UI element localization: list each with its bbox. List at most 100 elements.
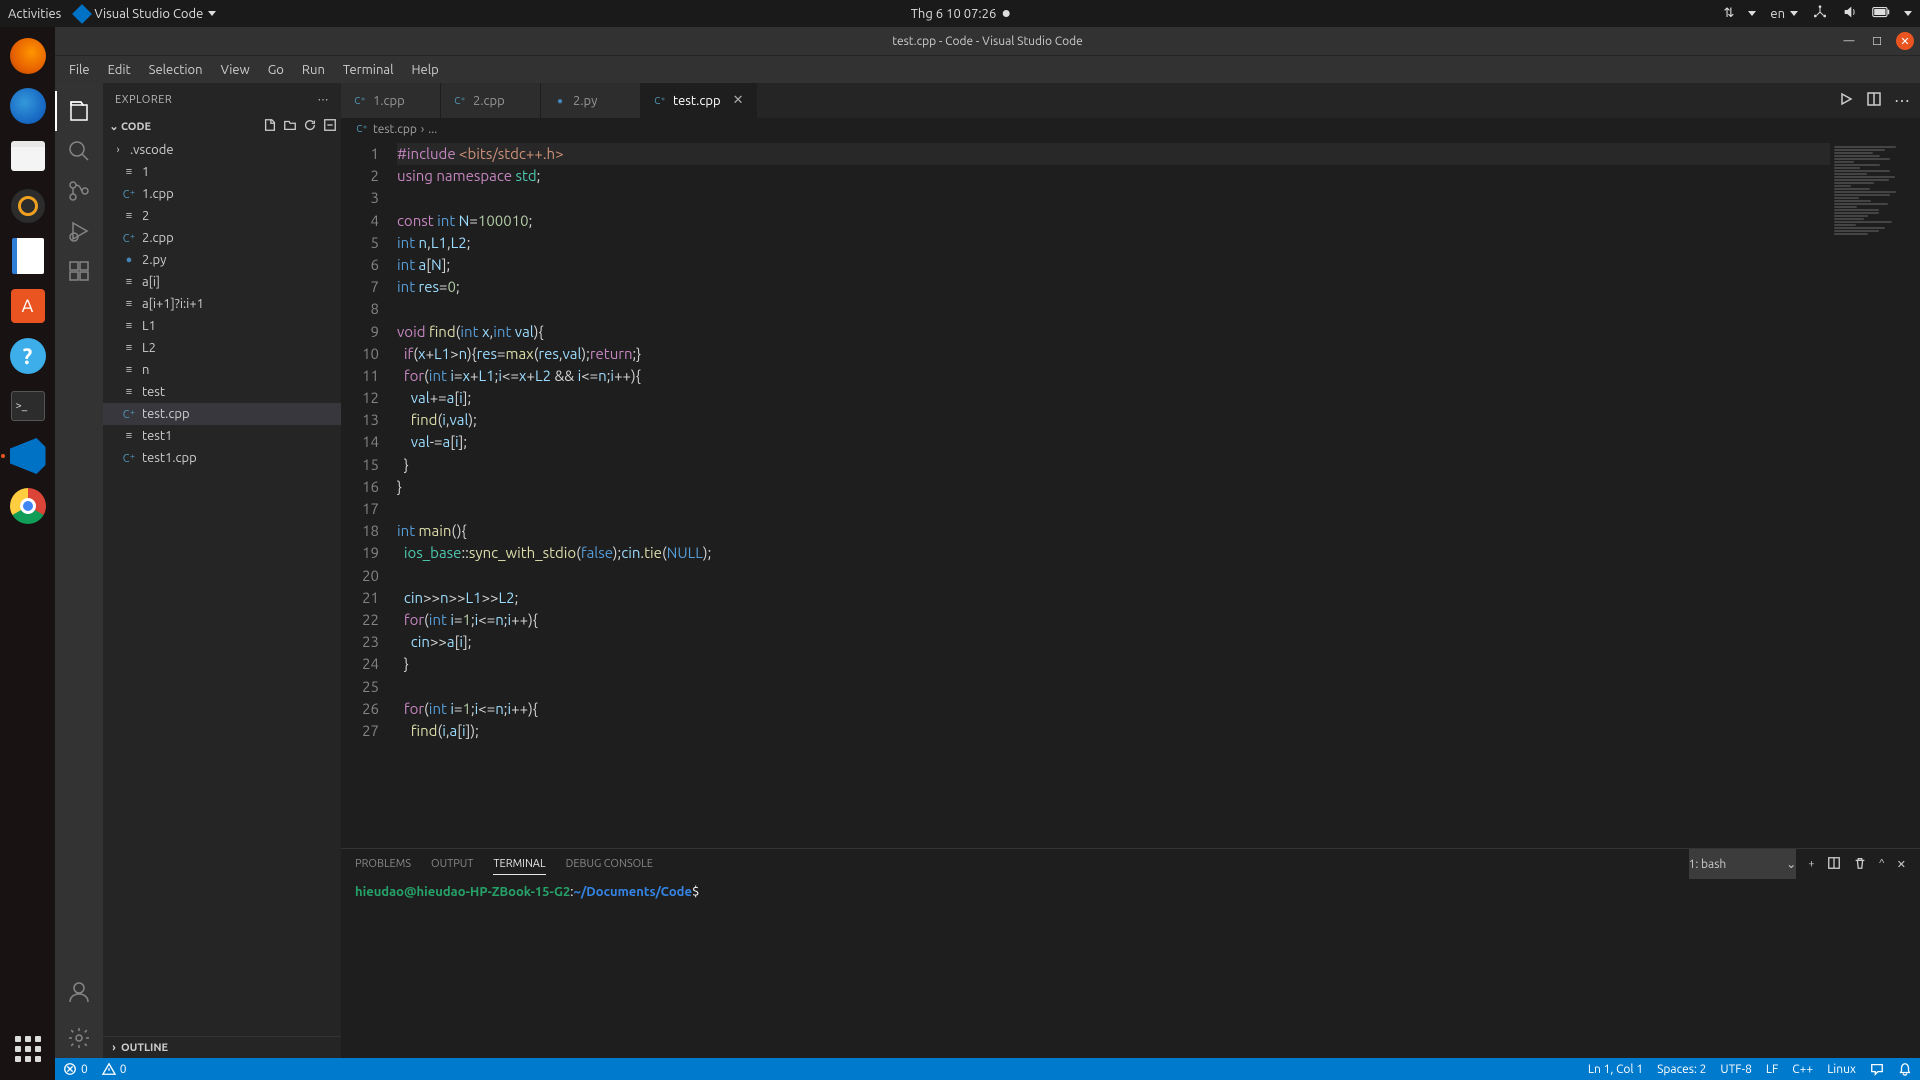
panel-tab-debugconsole[interactable]: DEBUG CONSOLE (566, 854, 653, 874)
new-file-icon[interactable] (263, 118, 277, 135)
tree-item-test[interactable]: ≡test (103, 381, 341, 403)
split-editor-icon[interactable] (1866, 91, 1882, 111)
maximize-panel-icon[interactable]: ^ (1879, 854, 1885, 874)
close-panel-icon[interactable]: ✕ (1897, 854, 1906, 875)
clock[interactable]: Thg 6 10 07:26 (911, 7, 1010, 21)
menu-run[interactable]: Run (294, 60, 333, 80)
dock-help[interactable]: ? (7, 335, 49, 377)
editor-tab-2cpp[interactable]: C⁺2.cpp (441, 83, 541, 118)
tree-item-n[interactable]: ≡n (103, 359, 341, 381)
close-tab-icon[interactable]: ✕ (733, 93, 744, 108)
dock-chromium[interactable] (7, 485, 49, 527)
dock-vscode[interactable] (7, 435, 49, 477)
dock-firefox[interactable] (7, 35, 49, 77)
status-encoding[interactable]: UTF-8 (1720, 1063, 1751, 1076)
activity-accounts[interactable] (55, 972, 103, 1012)
code-content[interactable]: #include <bits/stdc++.h>using namespace … (397, 140, 1830, 848)
panel-tab-output[interactable]: OUTPUT (431, 854, 473, 874)
status-indent[interactable]: Spaces: 2 (1657, 1063, 1706, 1076)
tree-item-testcpp[interactable]: C⁺test.cpp (103, 403, 341, 425)
status-errors[interactable]: 0 (63, 1062, 88, 1076)
outline-section[interactable]: OUTLINE (121, 1042, 168, 1054)
minimap[interactable] (1830, 140, 1920, 848)
editor-area: C⁺1.cppC⁺2.cpp●2.pyC⁺test.cpp✕ ⋯ C⁺ test… (341, 83, 1920, 1058)
dock-files[interactable] (7, 135, 49, 177)
sidebar-more-icon[interactable]: ⋯ (318, 93, 330, 106)
run-icon[interactable] (1838, 91, 1854, 111)
file-tree: ›.vscode≡1C⁺1.cpp≡2C⁺2.cpp●2.py≡a[i]≡a[i… (103, 137, 341, 1036)
tree-item-1[interactable]: ≡1 (103, 161, 341, 183)
terminal-body[interactable]: hieudao@hieudao-HP-ZBook-15-G2:~/Documen… (341, 879, 1920, 1058)
menu-help[interactable]: Help (403, 60, 446, 80)
title-bar: test.cpp - Code - Visual Studio Code — ☐… (55, 27, 1920, 55)
minimize-button[interactable]: — (1840, 32, 1858, 50)
activity-settings[interactable] (55, 1018, 103, 1058)
activity-debug[interactable] (55, 211, 103, 251)
status-feedback-icon[interactable] (1870, 1062, 1884, 1076)
accessibility-icon[interactable]: ⇅ (1723, 6, 1734, 21)
new-folder-icon[interactable] (283, 118, 297, 135)
tree-item-ai[interactable]: ≡a[i] (103, 271, 341, 293)
tree-item-vscode[interactable]: ›.vscode (103, 139, 341, 161)
tree-item-ai1ii1[interactable]: ≡a[i+1]?i:i+1 (103, 293, 341, 315)
editor-tab-1cpp[interactable]: C⁺1.cpp (341, 83, 441, 118)
tree-item-1cpp[interactable]: C⁺1.cpp (103, 183, 341, 205)
dock-terminal[interactable]: >_ (7, 385, 49, 427)
bottom-panel: PROBLEMS OUTPUT TERMINAL DEBUG CONSOLE 1… (341, 848, 1920, 1058)
activity-extensions[interactable] (55, 251, 103, 291)
battery-icon[interactable] (1872, 6, 1890, 21)
menu-go[interactable]: Go (260, 60, 292, 80)
refresh-icon[interactable] (303, 118, 317, 135)
split-terminal-icon[interactable] (1827, 852, 1841, 877)
activity-scm[interactable] (55, 171, 103, 211)
editor-more-icon[interactable]: ⋯ (1894, 91, 1910, 110)
dock-software[interactable]: A (7, 285, 49, 327)
chevron-down-icon[interactable]: ⌄ (107, 120, 121, 133)
tree-item-test1cpp[interactable]: C⁺test1.cpp (103, 447, 341, 469)
status-warnings[interactable]: 0 (102, 1062, 127, 1076)
editor-tab-2py[interactable]: ●2.py (541, 83, 641, 118)
activities-button[interactable]: Activities (8, 7, 61, 21)
workspace-root[interactable]: CODE (121, 121, 263, 133)
dock-thunderbird[interactable] (7, 85, 49, 127)
tree-item-2py[interactable]: ●2.py (103, 249, 341, 271)
maximize-button[interactable]: ☐ (1868, 32, 1886, 50)
menu-terminal[interactable]: Terminal (335, 60, 402, 80)
menu-selection[interactable]: Selection (141, 60, 211, 80)
dock-show-apps[interactable] (7, 1028, 49, 1070)
tree-item-2[interactable]: ≡2 (103, 205, 341, 227)
terminal-selector[interactable]: 1: bash ⌄ (1689, 849, 1797, 879)
panel-tab-terminal[interactable]: TERMINAL (493, 854, 545, 875)
status-cursor[interactable]: Ln 1, Col 1 (1588, 1063, 1643, 1076)
status-bell-icon[interactable] (1898, 1062, 1912, 1076)
panel-tab-problems[interactable]: PROBLEMS (355, 854, 411, 874)
status-eol[interactable]: LF (1766, 1063, 1778, 1076)
volume-icon[interactable] (1842, 4, 1858, 23)
network-icon[interactable] (1812, 4, 1828, 23)
new-terminal-icon[interactable]: + (1808, 854, 1814, 874)
code-editor[interactable]: 1234567891011121314151617181920212223242… (341, 140, 1830, 848)
gnome-dock: A ? >_ (0, 27, 55, 1080)
language-indicator[interactable]: en (1770, 7, 1798, 21)
close-button[interactable]: ✕ (1896, 32, 1914, 50)
app-menu[interactable]: Visual Studio Code (75, 7, 216, 21)
chevron-right-icon[interactable]: › (107, 1042, 121, 1054)
menu-edit[interactable]: Edit (100, 60, 139, 80)
menu-view[interactable]: View (213, 60, 258, 80)
dock-libreoffice[interactable] (7, 235, 49, 277)
dock-rhythmbox[interactable] (7, 185, 49, 227)
menu-file[interactable]: File (61, 60, 98, 80)
collapse-icon[interactable] (323, 118, 337, 135)
status-os[interactable]: Linux (1827, 1063, 1856, 1076)
activity-explorer[interactable] (55, 91, 103, 131)
tree-item-test1[interactable]: ≡test1 (103, 425, 341, 447)
kill-terminal-icon[interactable] (1853, 852, 1867, 877)
editor-tab-testcpp[interactable]: C⁺test.cpp✕ (641, 83, 757, 118)
activity-search[interactable] (55, 131, 103, 171)
tree-item-L1[interactable]: ≡L1 (103, 315, 341, 337)
breadcrumb[interactable]: C⁺ test.cpp › ... (341, 118, 1920, 140)
status-language[interactable]: C++ (1792, 1063, 1813, 1076)
vscode-icon (72, 4, 92, 24)
tree-item-L2[interactable]: ≡L2 (103, 337, 341, 359)
tree-item-2cpp[interactable]: C⁺2.cpp (103, 227, 341, 249)
